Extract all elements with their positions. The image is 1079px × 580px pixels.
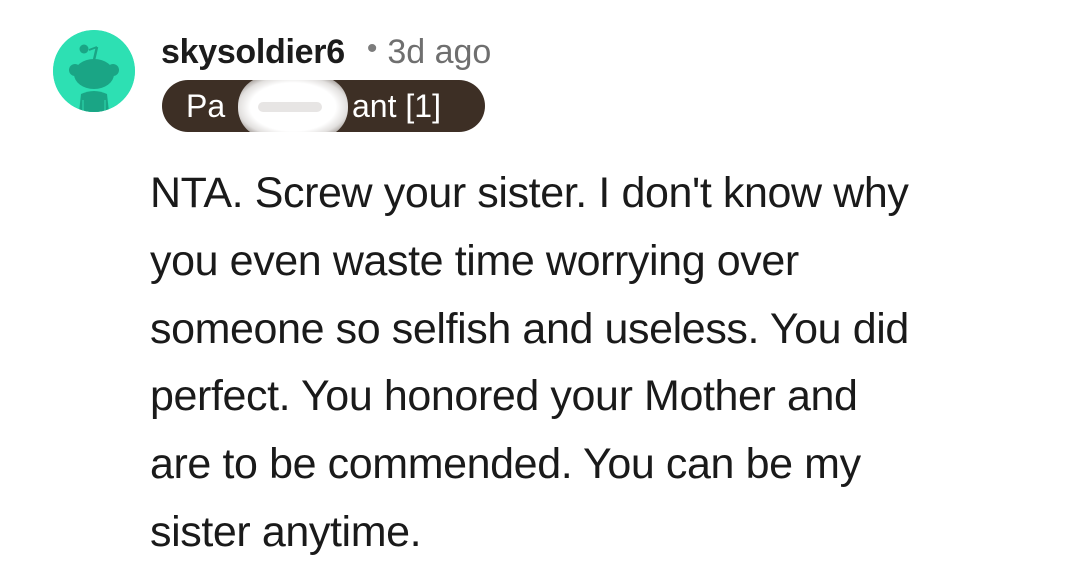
comment-body-line: sister anytime. (150, 507, 422, 556)
username-link[interactable]: skysoldier6 (161, 33, 345, 72)
reddit-snoo-avatar-icon (53, 30, 135, 112)
user-flair-badge: Pa ant [1] (162, 80, 485, 132)
comment-body-line: perfect. You honored your Mother and (150, 372, 858, 421)
flair-text-suffix: ant [1] (352, 88, 441, 124)
comment-body-line: you even waste time worrying over (150, 236, 799, 285)
flair-redaction-blur (238, 80, 348, 132)
comment-body-line: someone so selfish and useless. You did (150, 304, 909, 353)
comment-body-line: are to be commended. You can be my (150, 440, 861, 489)
comment-header: skysoldier6 • 3d ago (161, 28, 491, 76)
flair-text-prefix: Pa (186, 88, 226, 124)
comment-body: NTA. Screw your sister. I don't know why… (150, 160, 1050, 567)
blur-smudge (258, 102, 322, 112)
comment-body-line: NTA. Screw your sister. I don't know why (150, 169, 909, 217)
comment: skysoldier6 • 3d ago Pa ant [1] NTA. Scr… (0, 0, 1079, 580)
comment-timestamp: 3d ago (387, 32, 492, 71)
separator-dot: • (366, 32, 378, 65)
user-avatar[interactable] (53, 30, 135, 112)
